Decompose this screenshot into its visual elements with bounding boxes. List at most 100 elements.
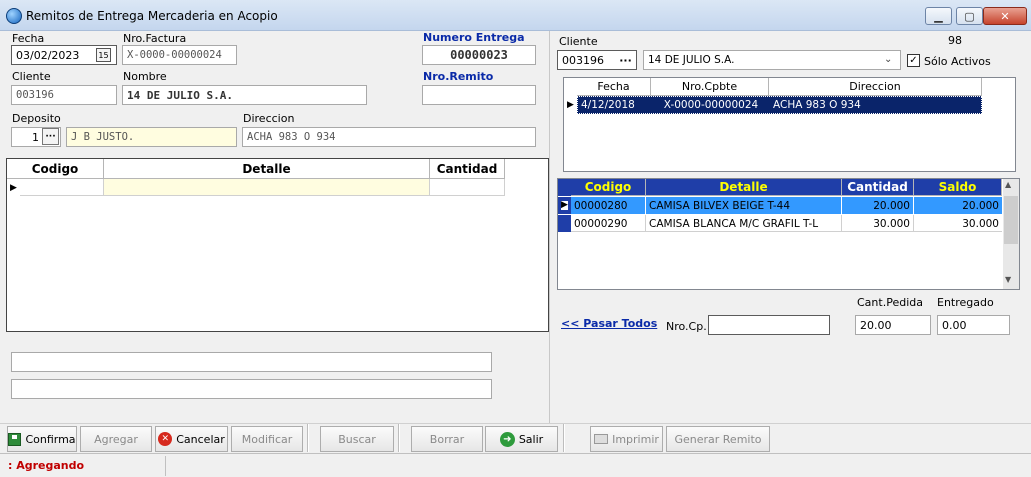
status-text: : Agregando <box>8 459 85 472</box>
entregado-value: 0.00 <box>942 318 967 332</box>
cpbte-col-direccion[interactable]: Direccion <box>769 78 982 96</box>
right-cliente-label: Cliente <box>559 35 598 48</box>
cliente-field[interactable]: 003196 <box>11 85 117 105</box>
row-pointer-icon: ▶ <box>567 100 574 110</box>
cant-pedida-value: 20.00 <box>860 318 892 332</box>
nrocp-input[interactable] <box>708 315 830 335</box>
comprobante-row[interactable]: 4/12/2018 X-0000-00000024 ACHA 983 O 934 <box>577 96 982 114</box>
imprimir-label: Imprimir <box>612 432 659 446</box>
deposito-lookup-button[interactable]: ··· <box>42 128 59 145</box>
cpbte-col-nro[interactable]: Nro.Cpbte <box>651 78 769 96</box>
borrar-button[interactable]: Borrar <box>411 426 483 452</box>
agregar-button[interactable]: Agregar <box>80 426 152 452</box>
detail-cell-codigo[interactable] <box>20 179 104 196</box>
detail-cell-cantidad[interactable] <box>430 179 505 196</box>
observaciones-field-2[interactable] <box>11 379 492 399</box>
item-row[interactable]: 00000290 CAMISA BLANCA M/C GRAFIL T-L 30… <box>571 215 1002 232</box>
comprobante-fecha: 4/12/2018 <box>581 99 635 111</box>
observaciones-field-1[interactable] <box>11 352 492 372</box>
check-icon: ✓ <box>909 55 918 66</box>
direccion-value: ACHA 983 O 934 <box>247 131 336 143</box>
cancelar-button[interactable]: ✕ Cancelar <box>155 426 228 452</box>
detail-col-detalle[interactable]: Detalle <box>104 159 430 179</box>
confirma-label: Confirma <box>25 432 76 446</box>
minimize-button[interactable]: ▁ <box>925 7 952 25</box>
detail-col-cantidad[interactable]: Cantidad <box>430 159 505 179</box>
maximize-button[interactable]: ▢ <box>956 7 983 25</box>
cant-pedida-label: Cant.Pedida <box>857 296 923 309</box>
item-detalle: CAMISA BILVEX BEIGE T-44 <box>646 197 842 214</box>
nroremito-label: Nro.Remito <box>423 70 494 83</box>
items-col-detalle[interactable]: Detalle <box>646 179 842 196</box>
item-saldo: 20.000 <box>962 199 999 212</box>
nombre-field[interactable]: 14 DE JULIO S.A. <box>122 85 367 105</box>
app-globe-icon <box>6 8 22 24</box>
generar-remito-label: Generar Remito <box>674 432 762 446</box>
entregado-label: Entregado <box>937 296 994 309</box>
numero-entrega-value: 00000023 <box>450 48 508 62</box>
detail-grid[interactable]: Codigo Detalle Cantidad ▶ <box>6 158 549 332</box>
close-button[interactable]: ✕ <box>983 7 1027 25</box>
pasar-todos-link[interactable]: << Pasar Todos <box>561 317 657 330</box>
nroremito-input[interactable] <box>422 85 536 105</box>
salir-button[interactable]: ➜ Salir <box>485 426 558 452</box>
item-cantidad: 20.000 <box>842 197 914 214</box>
cliente-lookup-button[interactable]: ··· <box>617 52 634 69</box>
maximize-icon: ▢ <box>964 9 975 23</box>
numero-entrega-field[interactable]: 00000023 <box>422 45 536 65</box>
items-scrollbar[interactable]: ▲ ▼ <box>1003 179 1019 289</box>
scroll-down-icon[interactable]: ▼ <box>1005 275 1011 284</box>
items-grid[interactable]: Codigo Detalle Cantidad Saldo ▲ ▼ ▶ 0000… <box>557 178 1020 290</box>
cpbte-col-fecha[interactable]: Fecha <box>577 78 651 96</box>
nrofactura-value: X-0000-00000024 <box>127 49 222 61</box>
solo-activos-checkbox[interactable]: ✓ <box>907 54 920 67</box>
detail-cell-detalle[interactable] <box>104 179 430 196</box>
item-row[interactable]: 00000280 CAMISA BILVEX BEIGE T-44 20.000… <box>571 197 1002 214</box>
items-col-saldo[interactable]: Saldo <box>914 179 1002 196</box>
items-col-cantidad[interactable]: Cantidad <box>842 179 914 196</box>
solo-activos-label: Sólo Activos <box>924 55 991 68</box>
ellipsis-icon: ··· <box>619 54 632 67</box>
fecha-value: 03/02/2023 <box>16 48 80 62</box>
imprimir-button[interactable]: Imprimir <box>590 426 663 452</box>
confirma-button[interactable]: Confirma <box>7 426 77 452</box>
comprobantes-grid[interactable]: Fecha Nro.Cpbte Direccion ▶ 4/12/2018 X-… <box>563 77 1016 172</box>
cliente-name-select[interactable]: 14 DE JULIO S.A. <box>643 50 901 70</box>
calendar-icon[interactable]: 15 <box>96 48 111 62</box>
nombre-value: 14 DE JULIO S.A. <box>127 88 233 102</box>
chevron-down-icon[interactable]: ⌄ <box>884 54 892 65</box>
cant-pedida-field[interactable]: 20.00 <box>855 315 931 335</box>
nrofactura-label: Nro.Factura <box>123 32 187 45</box>
item-saldo: 30.000 <box>962 217 999 230</box>
status-bar: : Agregando <box>0 453 1031 477</box>
modificar-button[interactable]: Modificar <box>231 426 303 452</box>
row-pointer-icon: ▶ <box>10 182 17 193</box>
save-icon <box>8 432 22 446</box>
entregado-field[interactable]: 0.00 <box>937 315 1010 335</box>
numero-entrega-label: Numero Entrega <box>423 31 525 44</box>
deposito-value: 1 <box>32 130 39 144</box>
right-cliente-code: 003196 <box>562 53 604 67</box>
items-corner <box>558 179 571 196</box>
row-indicator <box>558 215 571 232</box>
scroll-thumb[interactable] <box>1004 196 1018 244</box>
cliente-name-value: 14 DE JULIO S.A. <box>648 54 735 66</box>
buscar-button[interactable]: Buscar <box>320 426 394 452</box>
client-count: 98 <box>948 34 962 47</box>
title-bar[interactable]: Remitos de Entrega Mercaderia en Acopio … <box>0 0 1031 31</box>
deposito-name-field[interactable]: J B JUSTO. <box>66 127 237 147</box>
agregar-label: Agregar <box>94 432 138 446</box>
buscar-label: Buscar <box>338 432 376 446</box>
nombre-label: Nombre <box>123 70 167 83</box>
direccion-field[interactable]: ACHA 983 O 934 <box>242 127 536 147</box>
scroll-up-icon[interactable]: ▲ <box>1005 180 1011 189</box>
cliente-label: Cliente <box>12 70 51 83</box>
toolbar-separator <box>398 424 400 452</box>
comprobante-direccion: ACHA 983 O 934 <box>773 99 861 111</box>
cliente-value: 003196 <box>16 89 54 101</box>
generar-remito-button[interactable]: Generar Remito <box>666 426 770 452</box>
detail-col-codigo[interactable]: Codigo <box>7 159 104 179</box>
calendar-icon-glyph: 15 <box>98 50 109 60</box>
nrofactura-field[interactable]: X-0000-00000024 <box>122 45 237 65</box>
items-col-codigo[interactable]: Codigo <box>571 179 646 196</box>
